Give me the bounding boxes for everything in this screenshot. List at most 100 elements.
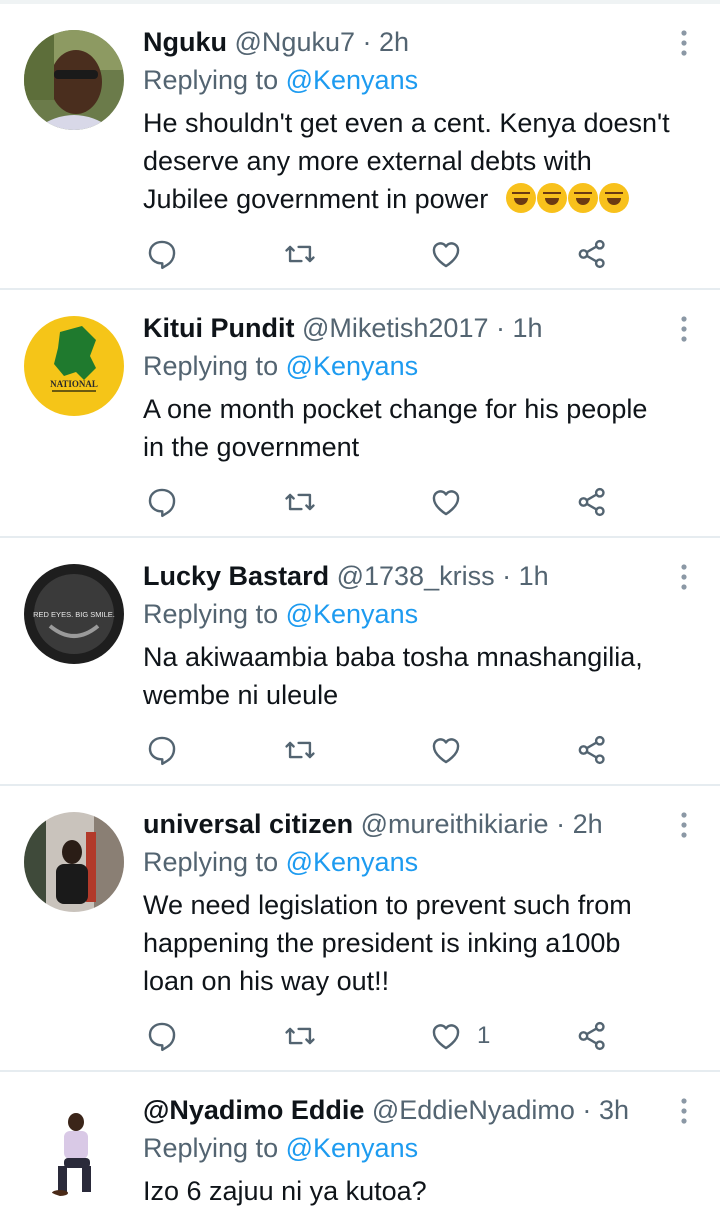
retweet-button[interactable] <box>283 730 317 770</box>
tweet-text: Izo 6 zajuu ni ya kutoa? <box>143 1172 703 1210</box>
laughing-emoji-icon <box>598 183 629 213</box>
tweet-text-span: Jubilee government in power <box>143 184 489 214</box>
user-handle[interactable]: @mureithikiarie <box>361 809 549 839</box>
share-icon <box>578 239 605 269</box>
avatar-logo-text: NATIONAL <box>50 379 98 389</box>
retweet-button[interactable] <box>283 234 317 274</box>
mention-link[interactable]: @Kenyans <box>286 1133 418 1163</box>
more-vertical-icon[interactable] <box>674 1096 694 1126</box>
avatar[interactable]: NATIONAL <box>24 316 124 416</box>
avatar-logo-text: RED EYES. BIG SMILE. <box>33 610 115 619</box>
more-vertical-icon[interactable] <box>674 314 694 344</box>
reply-icon <box>148 1022 176 1052</box>
replying-to: Replying to @Kenyans <box>143 844 418 880</box>
like-button[interactable] <box>429 482 477 522</box>
replying-to-label: Replying to <box>143 847 279 877</box>
more-vertical-icon[interactable] <box>674 562 694 592</box>
avatar-photo <box>24 812 124 912</box>
tweet-reply[interactable]: NATIONAL Kitui Pundit @Miketish2017 · 1h… <box>0 290 720 538</box>
timestamp[interactable]: 2h <box>573 809 603 839</box>
share-button[interactable] <box>575 1016 609 1056</box>
tweet-text-line: loan on his way out!! <box>143 966 390 996</box>
heart-icon <box>432 242 460 268</box>
tweet-text-line: We need legislation to prevent such from <box>143 890 632 920</box>
separator-dot: · <box>362 27 372 57</box>
like-count: 1 <box>477 1022 491 1049</box>
heart-icon <box>432 738 460 764</box>
share-button[interactable] <box>575 234 609 274</box>
reply-button[interactable] <box>145 730 179 770</box>
share-button[interactable] <box>575 730 609 770</box>
reply-icon <box>148 240 176 270</box>
more-vertical-icon[interactable] <box>674 810 694 840</box>
laughing-emoji-icon <box>567 183 598 213</box>
timestamp[interactable]: 3h <box>599 1095 629 1125</box>
mention-link[interactable]: @Kenyans <box>286 65 418 95</box>
display-name[interactable]: universal citizen <box>143 809 353 839</box>
separator-dot: · <box>556 809 566 839</box>
mention-link[interactable]: @Kenyans <box>286 847 418 877</box>
replying-to-label: Replying to <box>143 599 279 629</box>
user-handle[interactable]: @Miketish2017 <box>302 313 489 343</box>
user-handle[interactable]: @EddieNyadimo <box>372 1095 575 1125</box>
tweet-actions <box>143 482 623 522</box>
tweet-text-line: A one month pocket change for his people <box>143 394 648 424</box>
reply-icon <box>148 488 176 518</box>
avatar[interactable] <box>24 812 124 912</box>
like-button[interactable] <box>429 234 477 274</box>
like-button[interactable] <box>429 730 477 770</box>
timestamp[interactable]: 2h <box>379 27 409 57</box>
separator-dot: · <box>496 313 505 343</box>
reply-button[interactable] <box>145 1016 179 1056</box>
share-icon <box>578 487 605 517</box>
replying-to: Replying to @Kenyans <box>143 1130 418 1166</box>
replying-to: Replying to @Kenyans <box>143 348 418 384</box>
share-icon <box>578 1021 605 1051</box>
mention-link[interactable]: @Kenyans <box>286 351 418 381</box>
reply-button[interactable] <box>145 234 179 274</box>
tweet-text-line: Izo 6 zajuu ni ya kutoa? <box>143 1176 427 1206</box>
heart-icon <box>432 490 460 516</box>
tweet-reply[interactable]: RED EYES. BIG SMILE. Lucky Bastard @1738… <box>0 538 720 786</box>
replying-to-label: Replying to <box>143 65 279 95</box>
display-name[interactable]: Nguku <box>143 27 227 57</box>
tweet-text: He shouldn't get even a cent. Kenya does… <box>143 104 703 218</box>
avatar[interactable] <box>24 1098 124 1198</box>
like-button[interactable]: 1 <box>429 1016 490 1056</box>
retweet-icon <box>285 245 315 263</box>
tweet-text-line: deserve any more external debts with <box>143 146 592 176</box>
avatar[interactable] <box>24 30 124 130</box>
tweet-text-line: Jubilee government in power <box>143 180 703 218</box>
user-handle[interactable]: @Nguku7 <box>235 27 355 57</box>
tweet-text-line: He shouldn't get even a cent. Kenya does… <box>143 108 670 138</box>
mention-link[interactable]: @Kenyans <box>286 599 418 629</box>
tweet-text-line: happening the president is inking a100b <box>143 928 621 958</box>
retweet-icon <box>285 1027 315 1045</box>
separator-dot: · <box>502 561 512 591</box>
display-name[interactable]: Kitui Pundit <box>143 313 294 343</box>
more-vertical-icon[interactable] <box>674 28 694 58</box>
retweet-button[interactable] <box>283 482 317 522</box>
reply-icon <box>148 736 176 766</box>
tweet-actions <box>143 234 623 274</box>
reply-button[interactable] <box>145 482 179 522</box>
share-icon <box>578 735 605 765</box>
user-handle[interactable]: @1738_kriss <box>337 561 495 591</box>
timestamp[interactable]: 1h <box>519 561 549 591</box>
tweet-reply[interactable]: @Nyadimo Eddie @EddieNyadimo · 3h Replyi… <box>0 1072 720 1227</box>
avatar-logo: RED EYES. BIG SMILE. <box>24 564 124 664</box>
separator-dot: · <box>582 1095 592 1125</box>
share-button[interactable] <box>575 482 609 522</box>
tweet-text: Na akiwaambia baba tosha mnashangilia, w… <box>143 638 703 714</box>
tweet-reply[interactable]: Nguku @Nguku7 · 2h Replying to @Kenyans … <box>0 4 720 290</box>
heart-icon <box>432 1024 460 1050</box>
replying-to: Replying to @Kenyans <box>143 62 418 98</box>
display-name[interactable]: Lucky Bastard <box>143 561 329 591</box>
replying-to: Replying to @Kenyans <box>143 596 418 632</box>
retweet-button[interactable] <box>283 1016 317 1056</box>
display-name[interactable]: @Nyadimo Eddie <box>143 1095 364 1125</box>
timestamp[interactable]: 1h <box>513 313 543 343</box>
tweet-reply[interactable]: universal citizen @mureithikiarie · 2h R… <box>0 786 720 1072</box>
avatar-photo <box>24 30 124 130</box>
avatar[interactable]: RED EYES. BIG SMILE. <box>24 564 124 664</box>
